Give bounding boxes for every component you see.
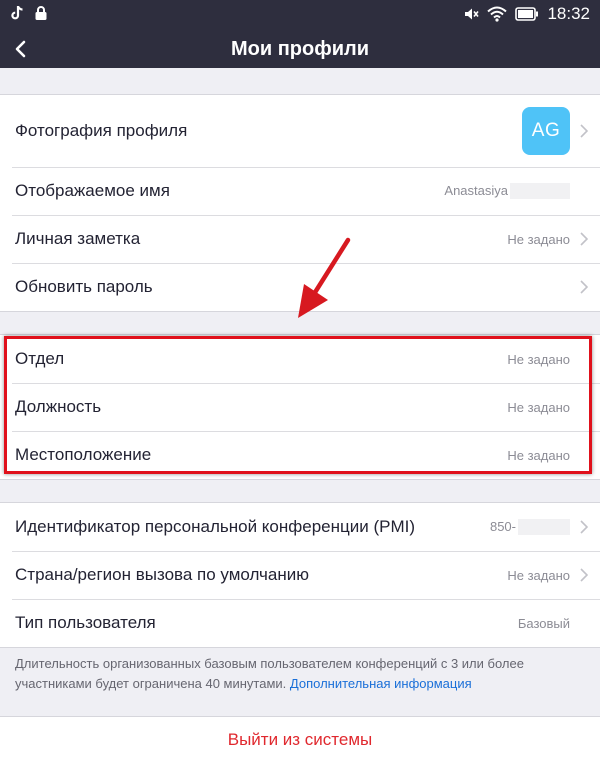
default-country-value: Не задано bbox=[507, 567, 570, 583]
display-name-label: Отображаемое имя bbox=[15, 181, 170, 200]
page-title: Мои профили bbox=[230, 38, 370, 60]
status-bar: 18:32 bbox=[0, 0, 600, 30]
display-name-text: Anastasiya bbox=[444, 182, 508, 198]
redacted-block bbox=[518, 519, 570, 536]
user-type-row: Тип пользователя Базовый bbox=[0, 599, 600, 647]
chevron-right-icon bbox=[580, 520, 588, 534]
display-name-row[interactable]: Отображаемое имя Anastasiya bbox=[0, 167, 600, 215]
basic-user-footnote: Длительность организованных базовым поль… bbox=[15, 654, 585, 694]
lock-icon bbox=[35, 6, 47, 20]
default-country-label: Страна/регион вызова по умолчанию bbox=[15, 565, 309, 584]
personal-note-label: Личная заметка bbox=[15, 229, 141, 248]
pmi-value: 850- bbox=[490, 519, 570, 536]
chevron-right-icon bbox=[580, 568, 588, 582]
default-country-row[interactable]: Страна/регион вызова по умолчанию Не зад… bbox=[0, 551, 600, 599]
user-type-label: Тип пользователя bbox=[15, 613, 156, 632]
pmi-row[interactable]: Идентификатор персональной конференции (… bbox=[0, 503, 600, 551]
avatar-initials: AG bbox=[531, 120, 561, 141]
clock: 18:32 bbox=[547, 4, 590, 23]
pmi-label: Идентификатор персональной конференции (… bbox=[15, 517, 416, 536]
chevron-right-icon bbox=[580, 232, 588, 246]
profile-photo-row[interactable]: Фотография профиля AG bbox=[0, 95, 600, 167]
user-type-value: Базовый bbox=[517, 615, 570, 631]
chevron-right-icon bbox=[580, 124, 588, 138]
wifi-icon bbox=[487, 6, 508, 22]
redacted-block bbox=[510, 183, 570, 200]
account-group: Идентификатор персональной конференции (… bbox=[0, 502, 600, 648]
tiktok-icon bbox=[11, 5, 23, 20]
annotation-arrow-icon bbox=[298, 237, 351, 318]
battery-icon bbox=[515, 7, 539, 21]
mute-icon bbox=[465, 8, 480, 20]
avatar: AG bbox=[522, 107, 570, 155]
navigation-bar: Мои профили bbox=[0, 30, 600, 68]
more-info-link[interactable]: Дополнительная информация bbox=[290, 676, 472, 691]
personal-note-value: Не задано bbox=[507, 231, 570, 247]
pmi-text: 850- bbox=[489, 518, 516, 534]
annotation-highlight-box bbox=[4, 336, 592, 474]
chevron-right-icon bbox=[580, 280, 588, 294]
profile-photo-label: Фотография профиля bbox=[15, 121, 188, 140]
display-name-value: Anastasiya bbox=[444, 183, 570, 200]
